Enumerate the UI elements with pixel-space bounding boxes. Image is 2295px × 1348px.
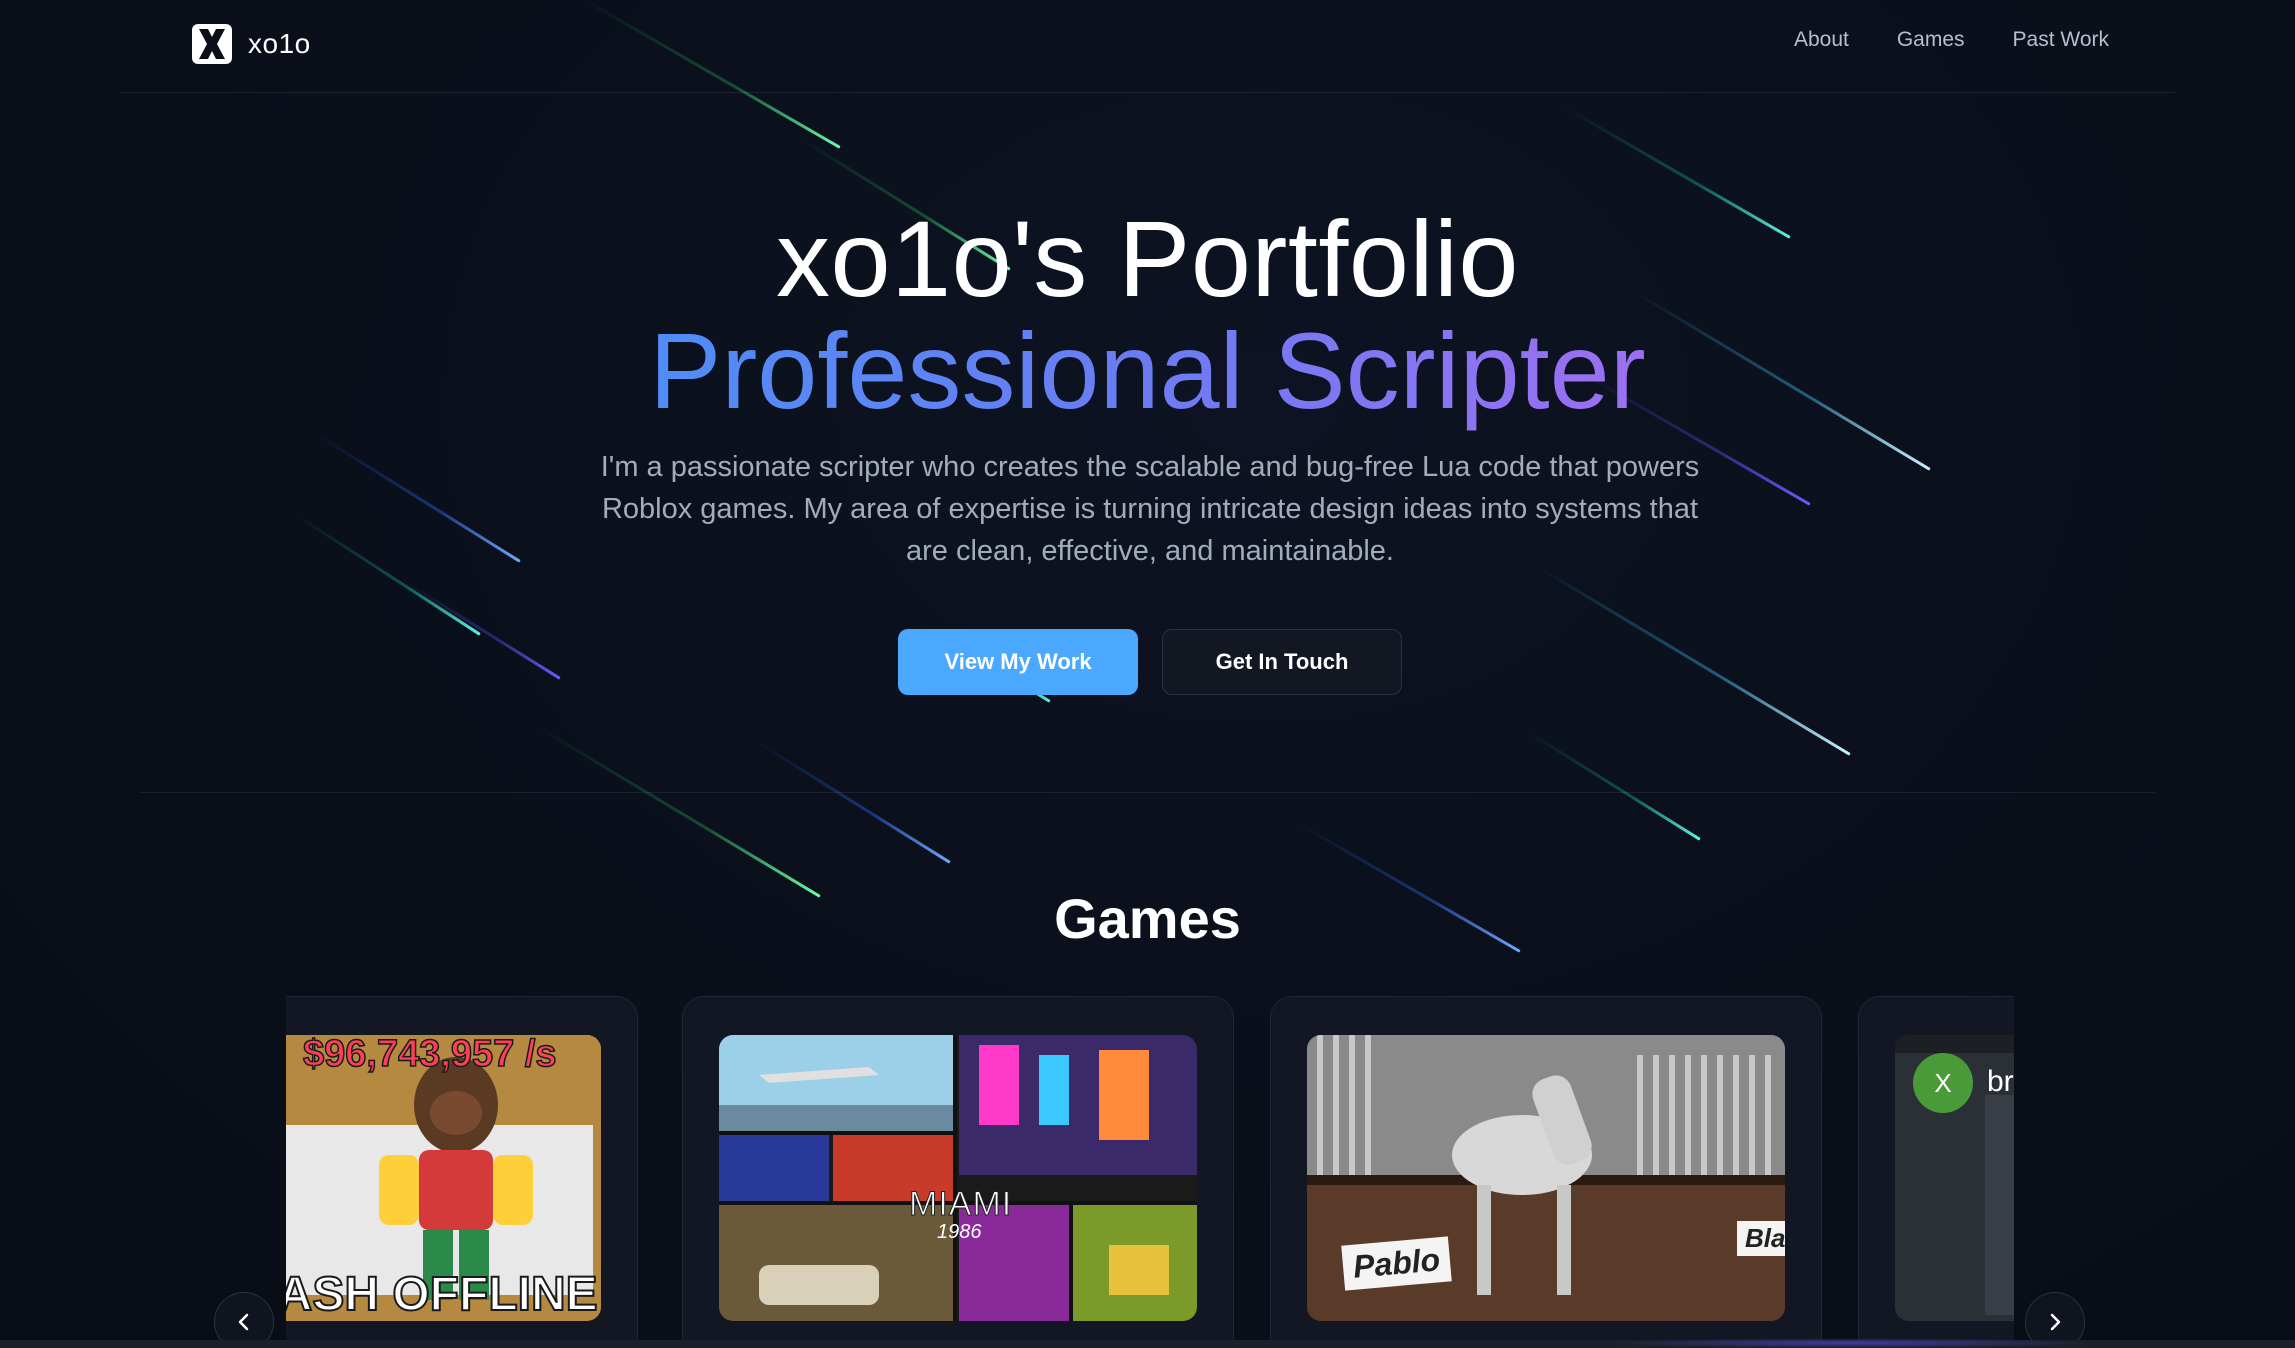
game-card[interactable]: X br — [1858, 996, 2014, 1348]
hero-subtitle-text: Professional Scripter — [649, 310, 1646, 431]
get-in-touch-button[interactable]: Get In Touch — [1162, 629, 1402, 695]
game-thumbnail: MIAMI 1986 — [719, 1035, 1197, 1321]
thumbnail-sign-right: Blaz — [1737, 1221, 1785, 1256]
chevron-left-icon — [238, 1313, 249, 1331]
nav-link-past-work[interactable]: Past Work — [2013, 28, 2109, 52]
thumbnail-overlay-title: MIAMI — [908, 1185, 1013, 1224]
hero-subtitle: Professional Scripter — [0, 308, 2295, 434]
games-carousel: $96,743,957 /s CASH OFFLINE — [286, 996, 2014, 1348]
thumbnail-text: br — [1987, 1065, 2014, 1098]
page: xo1o About Games Past Work xo1o's Portfo… — [0, 0, 2295, 1348]
thumbnail-overlay-year: 1986 — [937, 1221, 982, 1243]
brand-name: xo1o — [248, 28, 311, 59]
chevron-right-icon — [2050, 1313, 2061, 1331]
hero-description: I'm a passionate scripter who creates th… — [600, 451, 1700, 567]
section-divider — [140, 792, 2155, 793]
game-card[interactable]: $96,743,957 /s CASH OFFLINE — [286, 996, 638, 1348]
game-card[interactable]: Pablo Blaz — [1270, 996, 1822, 1348]
thumbnail-sign-left: Pablo — [1341, 1236, 1452, 1291]
x-logo-icon — [190, 22, 234, 66]
game-thumbnail: $96,743,957 /s CASH OFFLINE — [286, 1035, 601, 1321]
thumbnail-overlay-bottom: CASH OFFLINE — [286, 1267, 599, 1321]
top-nav: xo1o About Games Past Work — [0, 0, 2295, 93]
game-thumbnail: X br — [1895, 1035, 2014, 1321]
hero-title: xo1o's Portfolio — [775, 198, 1519, 319]
game-thumbnail: Pablo Blaz — [1307, 1035, 1785, 1321]
avatar-initial: X — [1934, 1067, 1952, 1098]
nav-divider — [120, 92, 2175, 93]
view-my-work-button[interactable]: View My Work — [898, 629, 1138, 695]
nav-link-about[interactable]: About — [1794, 28, 1849, 52]
nav-links: About Games Past Work — [1794, 28, 2109, 52]
brand-home-link[interactable]: xo1o — [190, 22, 311, 66]
thumbnail-overlay-top: $96,743,957 /s — [302, 1035, 557, 1076]
games-section-title: Games — [1054, 887, 1241, 950]
game-card[interactable]: MIAMI 1986 — [682, 996, 1234, 1348]
bottom-glow — [1600, 1338, 2100, 1348]
nav-link-games[interactable]: Games — [1897, 28, 1965, 52]
avatar: X — [1913, 1053, 1973, 1113]
